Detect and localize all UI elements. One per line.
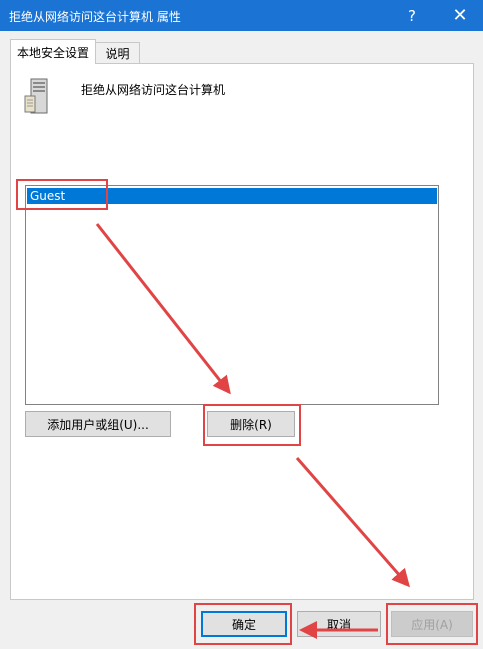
remove-button[interactable]: 删除(R) xyxy=(207,411,295,437)
tab-local-security-setting[interactable]: 本地安全设置 xyxy=(10,39,96,64)
tab-label: 说明 xyxy=(105,46,130,61)
list-item-label: Guest xyxy=(30,189,66,203)
ok-button-label: 确定 xyxy=(231,617,256,632)
add-button-label: 添加用户或组(U)... xyxy=(47,417,149,432)
tab-panel: 拒绝从网络访问这台计算机 Guest 添加用户或组(U)... 删除(R) xyxy=(10,63,474,600)
add-user-or-group-button[interactable]: 添加用户或组(U)... xyxy=(25,411,171,437)
title-bar: 拒绝从网络访问这台计算机 属性 ? ✕ xyxy=(0,0,483,31)
cancel-button-label: 取消 xyxy=(326,617,351,632)
close-icon: ✕ xyxy=(452,5,468,26)
server-icon xyxy=(24,78,48,114)
help-icon: ? xyxy=(408,6,416,25)
apply-button-label: 应用(A) xyxy=(411,617,453,632)
policy-name: 拒绝从网络访问这台计算机 xyxy=(81,83,226,97)
apply-button[interactable]: 应用(A) xyxy=(391,611,473,637)
accounts-listbox[interactable]: Guest xyxy=(25,185,439,405)
tab-label: 本地安全设置 xyxy=(16,45,89,60)
cancel-button[interactable]: 取消 xyxy=(297,611,381,637)
close-button[interactable]: ✕ xyxy=(437,0,483,31)
ok-button[interactable]: 确定 xyxy=(201,611,287,637)
remove-button-label: 删除(R) xyxy=(230,417,272,432)
window-title: 拒绝从网络访问这台计算机 属性 xyxy=(9,10,181,24)
tab-explain[interactable]: 说明 xyxy=(95,42,140,63)
help-button[interactable]: ? xyxy=(389,0,435,31)
list-item[interactable]: Guest xyxy=(27,188,437,204)
